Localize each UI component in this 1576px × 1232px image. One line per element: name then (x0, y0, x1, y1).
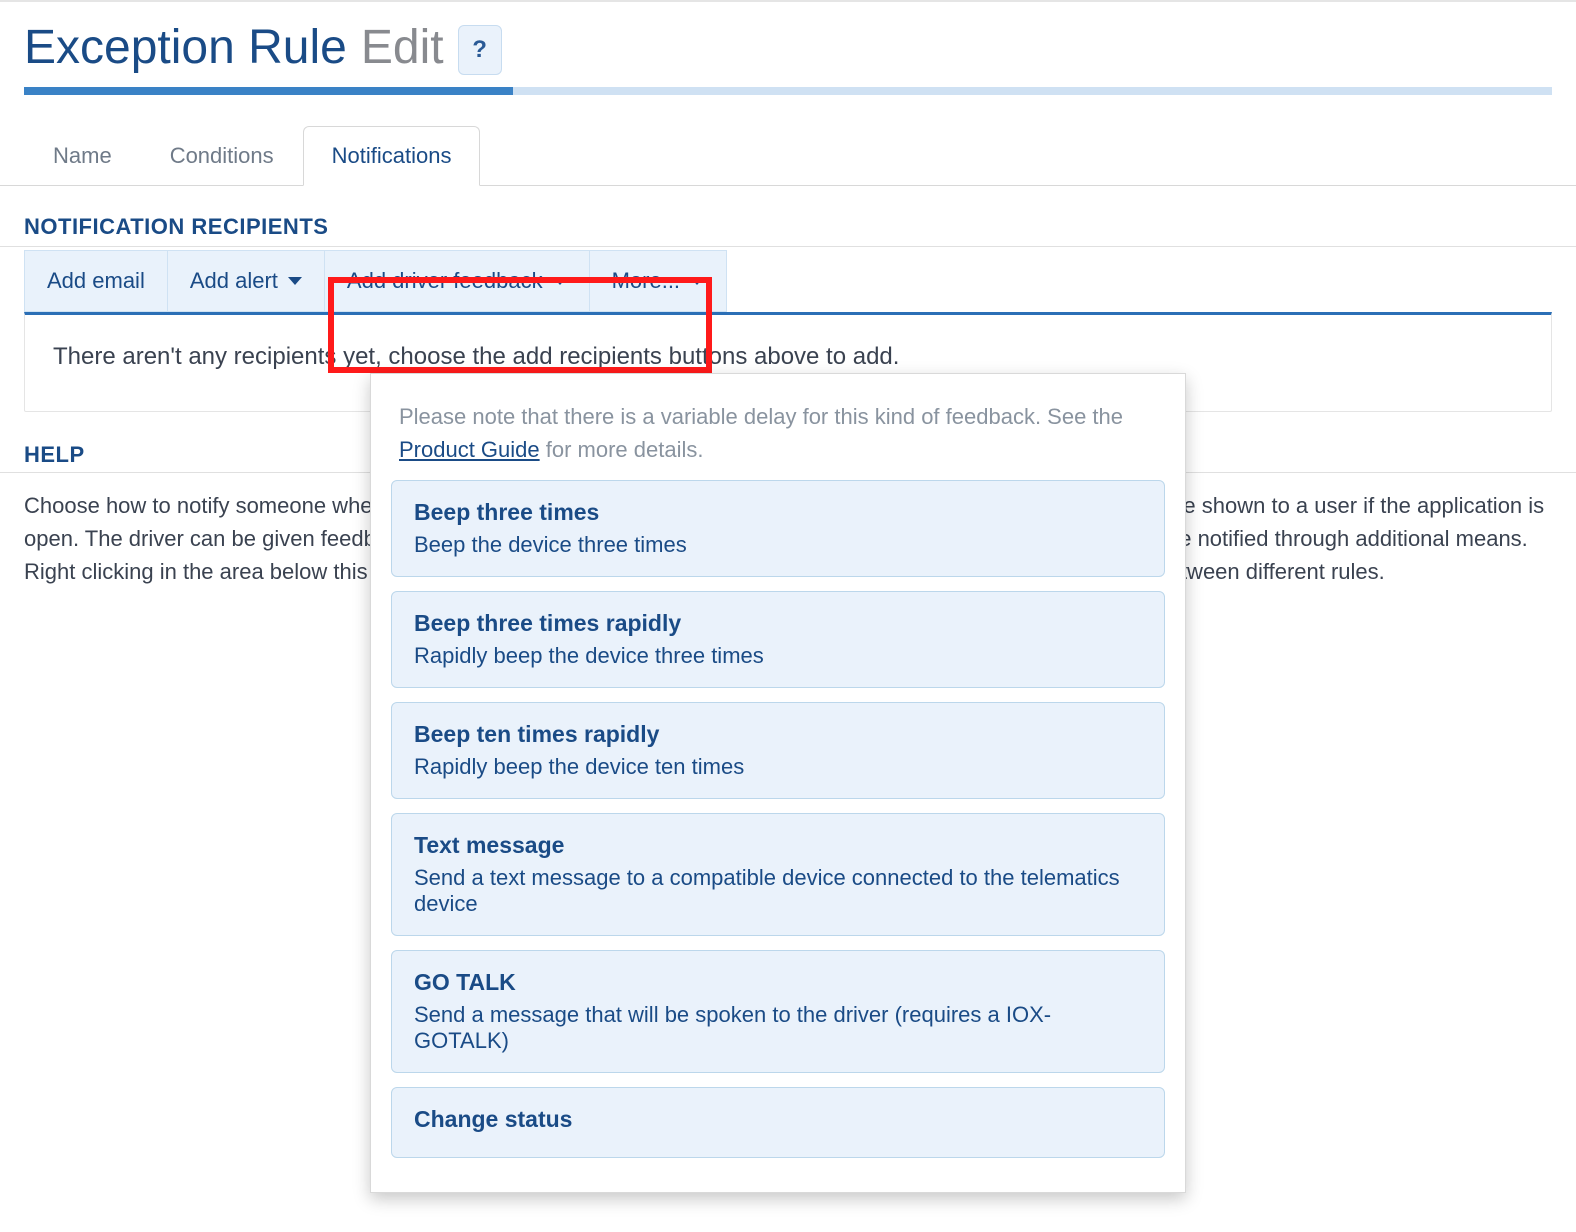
feedback-item-title: Beep three times rapidly (414, 610, 1142, 637)
page-title: Exception Rule (24, 20, 347, 75)
product-guide-link[interactable]: Product Guide (399, 437, 540, 462)
dropdown-note-pre: Please note that there is a variable del… (399, 404, 1123, 429)
add-alert-label: Add alert (190, 268, 278, 294)
feedback-item-title: GO TALK (414, 969, 1142, 996)
feedback-item-title: Beep three times (414, 499, 1142, 526)
dropdown-note: Please note that there is a variable del… (391, 394, 1165, 480)
chevron-down-icon (690, 277, 704, 285)
feedback-item-text-message[interactable]: Text message Send a text message to a co… (391, 813, 1165, 936)
section-heading-recipients: NOTIFICATION RECIPIENTS (0, 186, 1576, 247)
feedback-item-title: Text message (414, 832, 1142, 859)
progress-bar (24, 87, 1552, 95)
feedback-item-title: Beep ten times rapidly (414, 721, 1142, 748)
feedback-item-desc: Beep the device three times (414, 532, 1142, 558)
dropdown-note-post: for more details. (540, 437, 704, 462)
add-email-label: Add email (47, 268, 145, 294)
recipients-empty-text: There aren't any recipients yet, choose … (53, 343, 899, 370)
feedback-item-change-status[interactable]: Change status (391, 1087, 1165, 1158)
feedback-item-beep-ten-rapid[interactable]: Beep ten times rapidly Rapidly beep the … (391, 702, 1165, 799)
tab-notifications[interactable]: Notifications (303, 126, 481, 186)
tab-name[interactable]: Name (24, 126, 141, 186)
page-header: Exception Rule Edit ? (0, 2, 1576, 83)
feedback-item-go-talk[interactable]: GO TALK Send a message that will be spok… (391, 950, 1165, 1073)
feedback-item-title: Change status (414, 1106, 1142, 1133)
page-subtitle: Edit (361, 20, 444, 75)
add-driver-feedback-label: Add driver feedback (347, 268, 543, 294)
driver-feedback-dropdown: Please note that there is a variable del… (370, 373, 1186, 1193)
chevron-down-icon (288, 277, 302, 285)
feedback-item-desc: Send a text message to a compatible devi… (414, 865, 1142, 917)
tab-conditions[interactable]: Conditions (141, 126, 303, 186)
add-alert-button[interactable]: Add alert (167, 250, 325, 312)
feedback-item-beep-three[interactable]: Beep three times Beep the device three t… (391, 480, 1165, 577)
more-button[interactable]: More... (589, 250, 727, 312)
add-driver-feedback-button[interactable]: Add driver feedback (324, 250, 590, 312)
progress-fill (24, 87, 513, 95)
feedback-item-desc: Rapidly beep the device three times (414, 643, 1142, 669)
help-button[interactable]: ? (458, 25, 502, 75)
feedback-item-desc: Send a message that will be spoken to th… (414, 1002, 1142, 1054)
chevron-down-icon (553, 277, 567, 285)
more-label: More... (612, 268, 680, 294)
feedback-item-beep-three-rapid[interactable]: Beep three times rapidly Rapidly beep th… (391, 591, 1165, 688)
dropdown-scroll-area[interactable]: Please note that there is a variable del… (371, 374, 1185, 1192)
button-row: Add email Add alert Add driver feedback … (0, 247, 1576, 309)
tabs-row: Name Conditions Notifications (0, 125, 1576, 186)
feedback-item-desc: Rapidly beep the device ten times (414, 754, 1142, 780)
add-email-button[interactable]: Add email (24, 250, 168, 312)
